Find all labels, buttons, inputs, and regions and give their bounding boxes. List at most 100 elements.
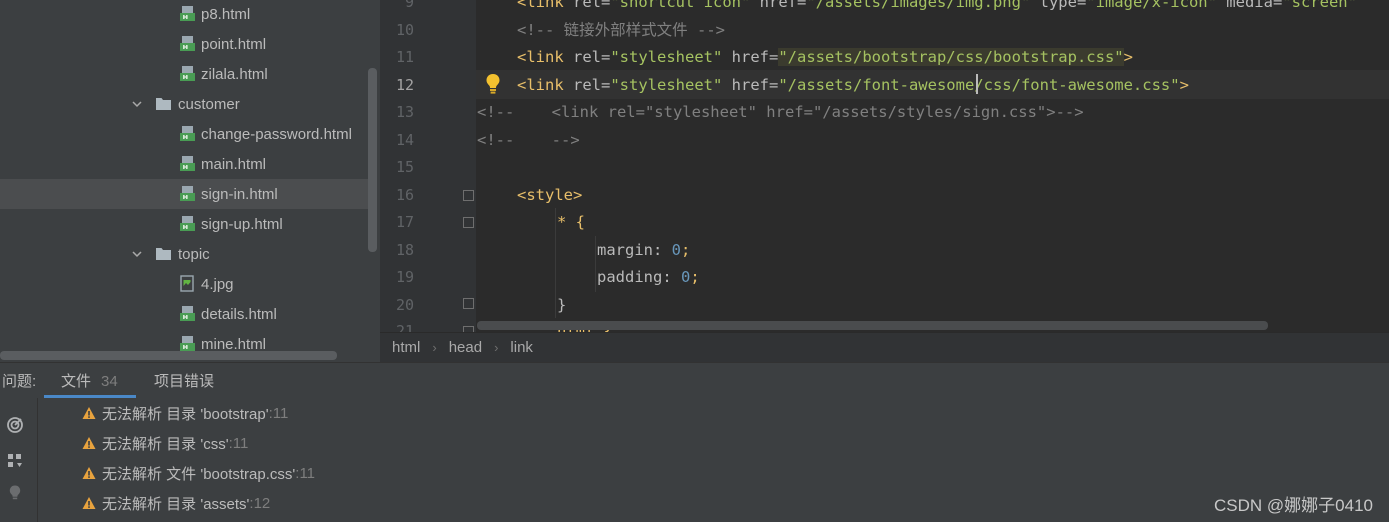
warning-icon: [82, 437, 96, 449]
indent-guide: [595, 236, 596, 292]
html-file-icon: [179, 215, 196, 232]
tree-item-label: sign-in.html: [201, 185, 278, 203]
html-file-icon: [179, 335, 196, 352]
code-line-11[interactable]: <link rel="stylesheet" href="/assets/boo…: [517, 44, 1133, 71]
html-file-icon: [179, 185, 196, 202]
folder-icon: [155, 245, 172, 262]
code-line-10[interactable]: <!-- 链接外部样式文件 -->: [517, 17, 725, 44]
line-number[interactable]: 21: [380, 318, 414, 332]
line-number[interactable]: 10: [380, 17, 414, 44]
tree-file[interactable]: sign-up.html: [0, 209, 368, 239]
html-file-icon: [179, 35, 196, 52]
html-file-icon: [179, 305, 196, 322]
tree-file[interactable]: p8.html: [0, 0, 368, 29]
fold-marker-icon[interactable]: [463, 298, 474, 309]
warning-icon: [82, 467, 96, 479]
tree-file[interactable]: point.html: [0, 29, 368, 59]
line-number[interactable]: 15: [380, 154, 414, 181]
breadcrumb-item-head[interactable]: head: [449, 339, 482, 356]
watermark: CSDN @娜娜子0410: [1214, 496, 1373, 515]
breadcrumb-item-html[interactable]: html: [392, 339, 420, 356]
tab-project-errors[interactable]: 项目错误: [154, 370, 214, 391]
warning-icon: [82, 407, 96, 419]
tree-folder[interactable]: customer: [0, 89, 368, 119]
problem-item[interactable]: 无法解析 目录 'assets' :12: [82, 488, 270, 518]
tree-item-label: mine.html: [201, 335, 267, 353]
tree-item-label: main.html: [201, 155, 267, 173]
code-editor[interactable]: 9 10 11 12 13 14 15 16 17 18 19 20 21 <link rel="sho…: [380, 0, 1389, 332]
code-line-12[interactable]: <link rel="stylesheet" href="/assets/fon…: [517, 72, 1189, 99]
code-line-16[interactable]: <style>: [517, 182, 582, 209]
tab-file-label: 文件: [61, 373, 92, 390]
breadcrumb: html › head › link: [380, 332, 1389, 362]
tree-horizontal-scrollbar[interactable]: [0, 351, 337, 360]
tree-item-label: zilala.html: [201, 65, 268, 83]
image-file-icon: [179, 275, 196, 292]
problem-line: :11: [228, 434, 249, 452]
project-tree[interactable]: mine.html details.html 4.jpg topic sign-up.h…: [0, 0, 380, 362]
breadcrumb-separator-icon: ›: [494, 340, 499, 355]
lightbulb-icon[interactable]: [485, 73, 501, 95]
tab-file-count: 34: [101, 373, 118, 390]
indent-guide: [555, 208, 556, 318]
html-file-icon: [179, 125, 196, 142]
tab-file[interactable]: 文件 34: [61, 370, 118, 391]
chevron-down-icon[interactable]: [131, 248, 143, 260]
html-file-icon: [179, 5, 196, 22]
breadcrumb-item-link[interactable]: link: [510, 339, 533, 356]
tree-item-label: details.html: [201, 305, 277, 323]
tree-item-label: p8.html: [201, 5, 251, 23]
line-number[interactable]: 19: [380, 264, 414, 291]
problem-line: :12: [249, 494, 271, 512]
line-number[interactable]: 11: [380, 44, 414, 71]
line-number[interactable]: 9: [380, 0, 414, 16]
code-line-17[interactable]: * {: [557, 209, 585, 236]
line-number[interactable]: 20: [380, 292, 414, 319]
code-line-9[interactable]: <link rel="shortcut icon" href="/assets/…: [517, 0, 1357, 16]
tree-file[interactable]: zilala.html: [0, 59, 368, 89]
tree-item-label: customer: [178, 95, 240, 113]
tree-item-label: sign-up.html: [201, 215, 283, 233]
lightbulb-icon[interactable]: [6, 484, 24, 502]
code-line-14[interactable]: <!-- -->: [477, 127, 580, 154]
problem-item[interactable]: 无法解析 文件 'bootstrap.css' :11: [82, 458, 315, 488]
line-number[interactable]: 14: [380, 127, 414, 154]
line-number[interactable]: 16: [380, 182, 414, 209]
folder-icon: [155, 95, 172, 112]
code-line-19[interactable]: padding: 0;: [597, 264, 700, 291]
tree-file[interactable]: main.html: [0, 149, 368, 179]
problem-line: :11: [295, 464, 316, 482]
problem-item[interactable]: 无法解析 目录 'bootstrap' :11: [82, 398, 288, 428]
text-caret: [976, 74, 978, 94]
tree-item-label: change-password.html: [201, 125, 352, 143]
tree-file[interactable]: sign-in.html: [0, 179, 368, 209]
fold-marker-icon[interactable]: [463, 217, 474, 228]
editor-gutter[interactable]: 9 10 11 12 13 14 15 16 17 18 19 20 21: [380, 0, 476, 332]
problems-toolbar: [0, 398, 38, 522]
problem-line: :11: [268, 404, 289, 422]
problems-tab-bar: 问题: 文件 34 项目错误: [0, 363, 1389, 398]
line-number[interactable]: 13: [380, 99, 414, 126]
group-by-icon[interactable]: [6, 452, 24, 470]
fold-marker-icon[interactable]: [463, 190, 474, 201]
problem-text: 无法解析 目录 'bootstrap': [102, 405, 269, 423]
line-number[interactable]: 18: [380, 237, 414, 264]
line-number[interactable]: 17: [380, 209, 414, 236]
tree-file[interactable]: change-password.html: [0, 119, 368, 149]
tree-folder[interactable]: topic: [0, 239, 368, 269]
radar-icon[interactable]: [6, 416, 24, 434]
tree-file[interactable]: 4.jpg: [0, 269, 368, 299]
chevron-down-icon[interactable]: [131, 98, 143, 110]
tree-vertical-scrollbar[interactable]: [368, 68, 377, 252]
code-line-20[interactable]: }: [557, 292, 566, 319]
code-line-18[interactable]: margin: 0;: [597, 237, 690, 264]
warning-icon: [82, 497, 96, 509]
problem-text: 无法解析 文件 'bootstrap.css': [102, 465, 296, 483]
line-number[interactable]: 12: [380, 72, 414, 99]
editor-horizontal-scrollbar[interactable]: [477, 321, 1268, 330]
problem-item[interactable]: 无法解析 目录 'css' :11: [82, 428, 248, 458]
html-file-icon: [179, 65, 196, 82]
tree-file[interactable]: details.html: [0, 299, 368, 329]
code-line-13[interactable]: <!-- <link rel="stylesheet" href="/asset…: [477, 99, 1084, 126]
tree-item-label: 4.jpg: [201, 275, 234, 293]
